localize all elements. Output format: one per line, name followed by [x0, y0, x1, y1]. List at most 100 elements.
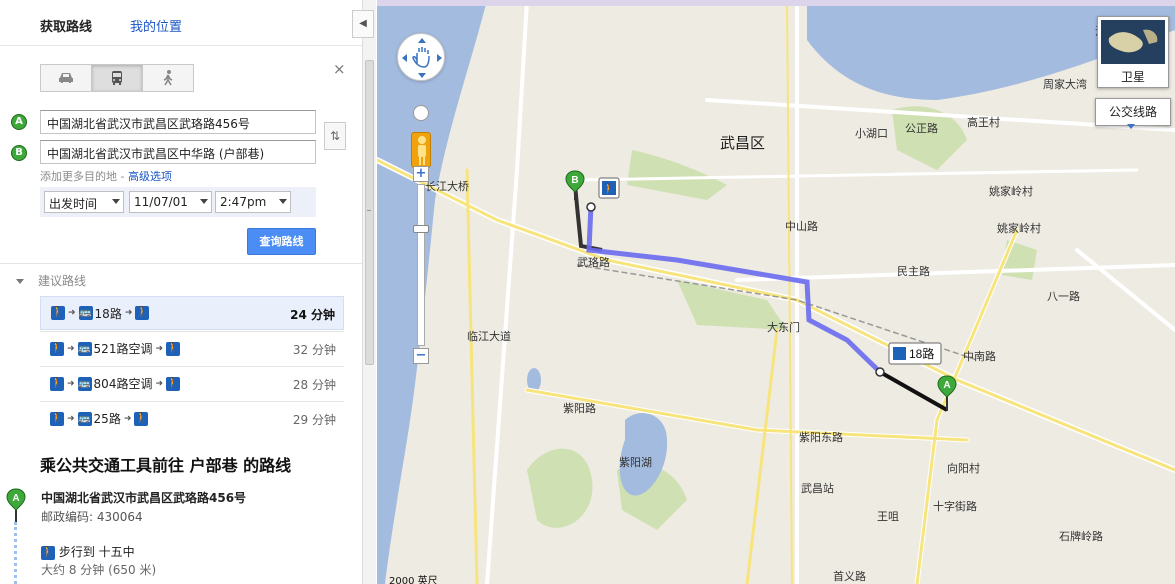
zoom-out-button[interactable]: −	[413, 348, 429, 364]
arrow-right-icon: ➜	[67, 378, 75, 389]
mode-driving[interactable]	[41, 65, 92, 91]
stop-point	[586, 202, 596, 212]
arrow-right-icon: ➜	[67, 413, 75, 424]
walk-icon: 🚶	[166, 341, 180, 356]
satellite-thumbnail	[1101, 20, 1165, 64]
map-district-label: 武昌区	[720, 135, 765, 152]
map-place: 石牌岭路	[1059, 529, 1103, 543]
time-options: 出发时间 11/07/01 2:47pm	[40, 187, 316, 217]
walk-icon: 🚶	[166, 376, 180, 391]
transit-layer-label: 公交线路	[1108, 105, 1157, 119]
route-option[interactable]: 🚶 ➜ 🚌 18路 ➜ 🚶 24 分钟	[40, 296, 344, 330]
map-place: 十字街路	[933, 499, 977, 513]
map-place: 长江大桥	[425, 179, 469, 193]
route-option[interactable]: 🚶 ➜ 🚌 804路空调 ➜ 🚶 28 分钟	[40, 366, 344, 400]
arrow-right-icon: ➜	[68, 308, 76, 318]
map-place: 中南路	[963, 350, 996, 363]
route-duration: 29 分钟	[292, 413, 336, 427]
map-place: 八一路	[1047, 290, 1080, 303]
marker-b-icon: B	[11, 145, 27, 161]
date-value: 11/07/01	[134, 195, 188, 209]
map-place: 大东门	[767, 320, 800, 334]
map-place: 公正路	[905, 122, 938, 135]
walk-icon: 🚶	[50, 376, 64, 391]
walk-icon: 🚶	[41, 545, 55, 560]
postal-label: 邮政编码:	[41, 510, 94, 524]
scrollbar-thumb[interactable]	[365, 60, 374, 365]
svg-text:A: A	[943, 380, 950, 391]
advanced-options-link[interactable]: 高级选项	[128, 170, 172, 183]
tab-my-location[interactable]: 我的位置	[130, 16, 182, 35]
suggested-routes-header[interactable]: 建议路线	[16, 272, 86, 289]
map-place: 武珞路	[577, 256, 610, 269]
route-label: 25路	[93, 412, 121, 426]
search-routes-button[interactable]: 查询路线	[247, 228, 316, 255]
arrow-right-icon: ➜	[124, 308, 133, 318]
walk-path-end	[879, 370, 948, 412]
satellite-label: 卫星	[1120, 70, 1145, 84]
map-place: 姚家岭村	[989, 184, 1033, 198]
street-view-pegman-icon[interactable]	[411, 132, 431, 168]
chevron-down-icon[interactable]	[1127, 124, 1135, 129]
route-label: 18路	[94, 306, 122, 321]
map-svg[interactable]: B A 🚶 武昌区 18路 沙湖 周家大湾 高王村 公正路 小湖口 姚家岭村 姚…	[377, 0, 1175, 584]
chevron-down-icon	[279, 199, 287, 204]
map-place: 中山路	[785, 220, 818, 233]
step-walk-detail: 大约 8 分钟 (650 米)	[41, 563, 157, 577]
walk-icon: 🚶	[135, 306, 150, 320]
map-canvas[interactable]: B A 🚶 武昌区 18路 沙湖 周家大湾 高王村 公正路 小湖口 姚家岭村 姚…	[377, 0, 1175, 584]
transit-layer-toggle[interactable]: 公交线路	[1095, 98, 1171, 126]
zoom-home-icon[interactable]	[413, 105, 429, 121]
map-scale: 2000 英尺	[389, 572, 438, 584]
walk-icon: 🚶	[50, 411, 64, 426]
map-labels: 武昌区 18路 沙湖 周家大湾 高王村 公正路 小湖口 姚家岭村 姚家岭村 民主…	[425, 25, 1117, 583]
time-mode-value: 出发时间	[49, 197, 98, 211]
bus-icon: 🚌	[77, 376, 92, 391]
time-select[interactable]: 2:47pm	[215, 191, 291, 213]
add-destination-link[interactable]: 添加更多目的地 -	[40, 170, 128, 183]
map-place: 首义路	[833, 569, 866, 583]
swap-icon[interactable]: ⇅	[324, 122, 346, 150]
park	[627, 150, 727, 200]
panel-scrollbar[interactable]	[362, 0, 376, 584]
chevron-down-icon	[112, 199, 120, 204]
tab-get-directions[interactable]: 获取路线	[40, 16, 92, 35]
zoom-slider-thumb[interactable]	[413, 225, 429, 233]
marker-a-icon: A	[11, 114, 27, 130]
bus-icon	[112, 71, 122, 85]
stop-point	[875, 367, 885, 377]
postal-code-row: 邮政编码: 430064	[41, 508, 143, 525]
map-place: 高王村	[967, 115, 1000, 129]
origin-input[interactable]: 中国湖北省武汉市武昌区武珞路456号	[40, 110, 316, 134]
map-place: 武昌站	[801, 481, 834, 495]
start-address: 中国湖北省武汉市武昌区武珞路456号	[41, 491, 247, 505]
destination-input[interactable]: 中国湖北省武汉市武昌区中华路 (户部巷)	[40, 140, 316, 164]
arrow-right-icon: ➜	[67, 343, 75, 354]
zoom-in-button[interactable]: +	[413, 166, 429, 182]
travel-mode-selector	[40, 64, 194, 92]
date-select[interactable]: 11/07/01	[129, 191, 212, 213]
mode-transit[interactable]	[92, 65, 143, 91]
step-walk[interactable]: 🚶 步行到 十五中	[41, 543, 135, 560]
walk-icon: 🚶	[598, 177, 620, 199]
marker-b-pin: B	[565, 170, 585, 200]
scrollbar-grip	[367, 210, 371, 211]
route-dotted-line	[14, 522, 17, 584]
collapse-panel-button[interactable]: ◀	[352, 10, 374, 38]
time-value: 2:47pm	[220, 195, 267, 209]
park	[1002, 240, 1037, 280]
close-icon[interactable]: ×	[333, 60, 346, 78]
route-option[interactable]: 🚶 ➜ 🚌 25路 ➜ 🚶 29 分钟	[40, 401, 344, 435]
time-mode-select[interactable]: 出发时间	[44, 191, 124, 213]
step-walk-text: 步行到 十五中	[58, 545, 135, 559]
pan-control[interactable]	[397, 33, 445, 81]
satellite-toggle[interactable]: 卫星	[1097, 16, 1169, 88]
walk-icon: 🚶	[51, 306, 65, 320]
map-place: 王咀	[877, 511, 899, 523]
svg-text:A: A	[12, 493, 19, 504]
directions-panel: 获取路线 我的位置 × A 中国湖北省武汉市武昌区武珞路456号 B 中国湖北省…	[0, 0, 362, 584]
arrow-right-icon: ➜	[155, 378, 163, 389]
mode-walking[interactable]	[143, 65, 193, 91]
zoom-slider-track[interactable]	[413, 184, 429, 346]
route-option[interactable]: 🚶 ➜ 🚌 521路空调 ➜ 🚶 32 分钟	[40, 331, 344, 365]
